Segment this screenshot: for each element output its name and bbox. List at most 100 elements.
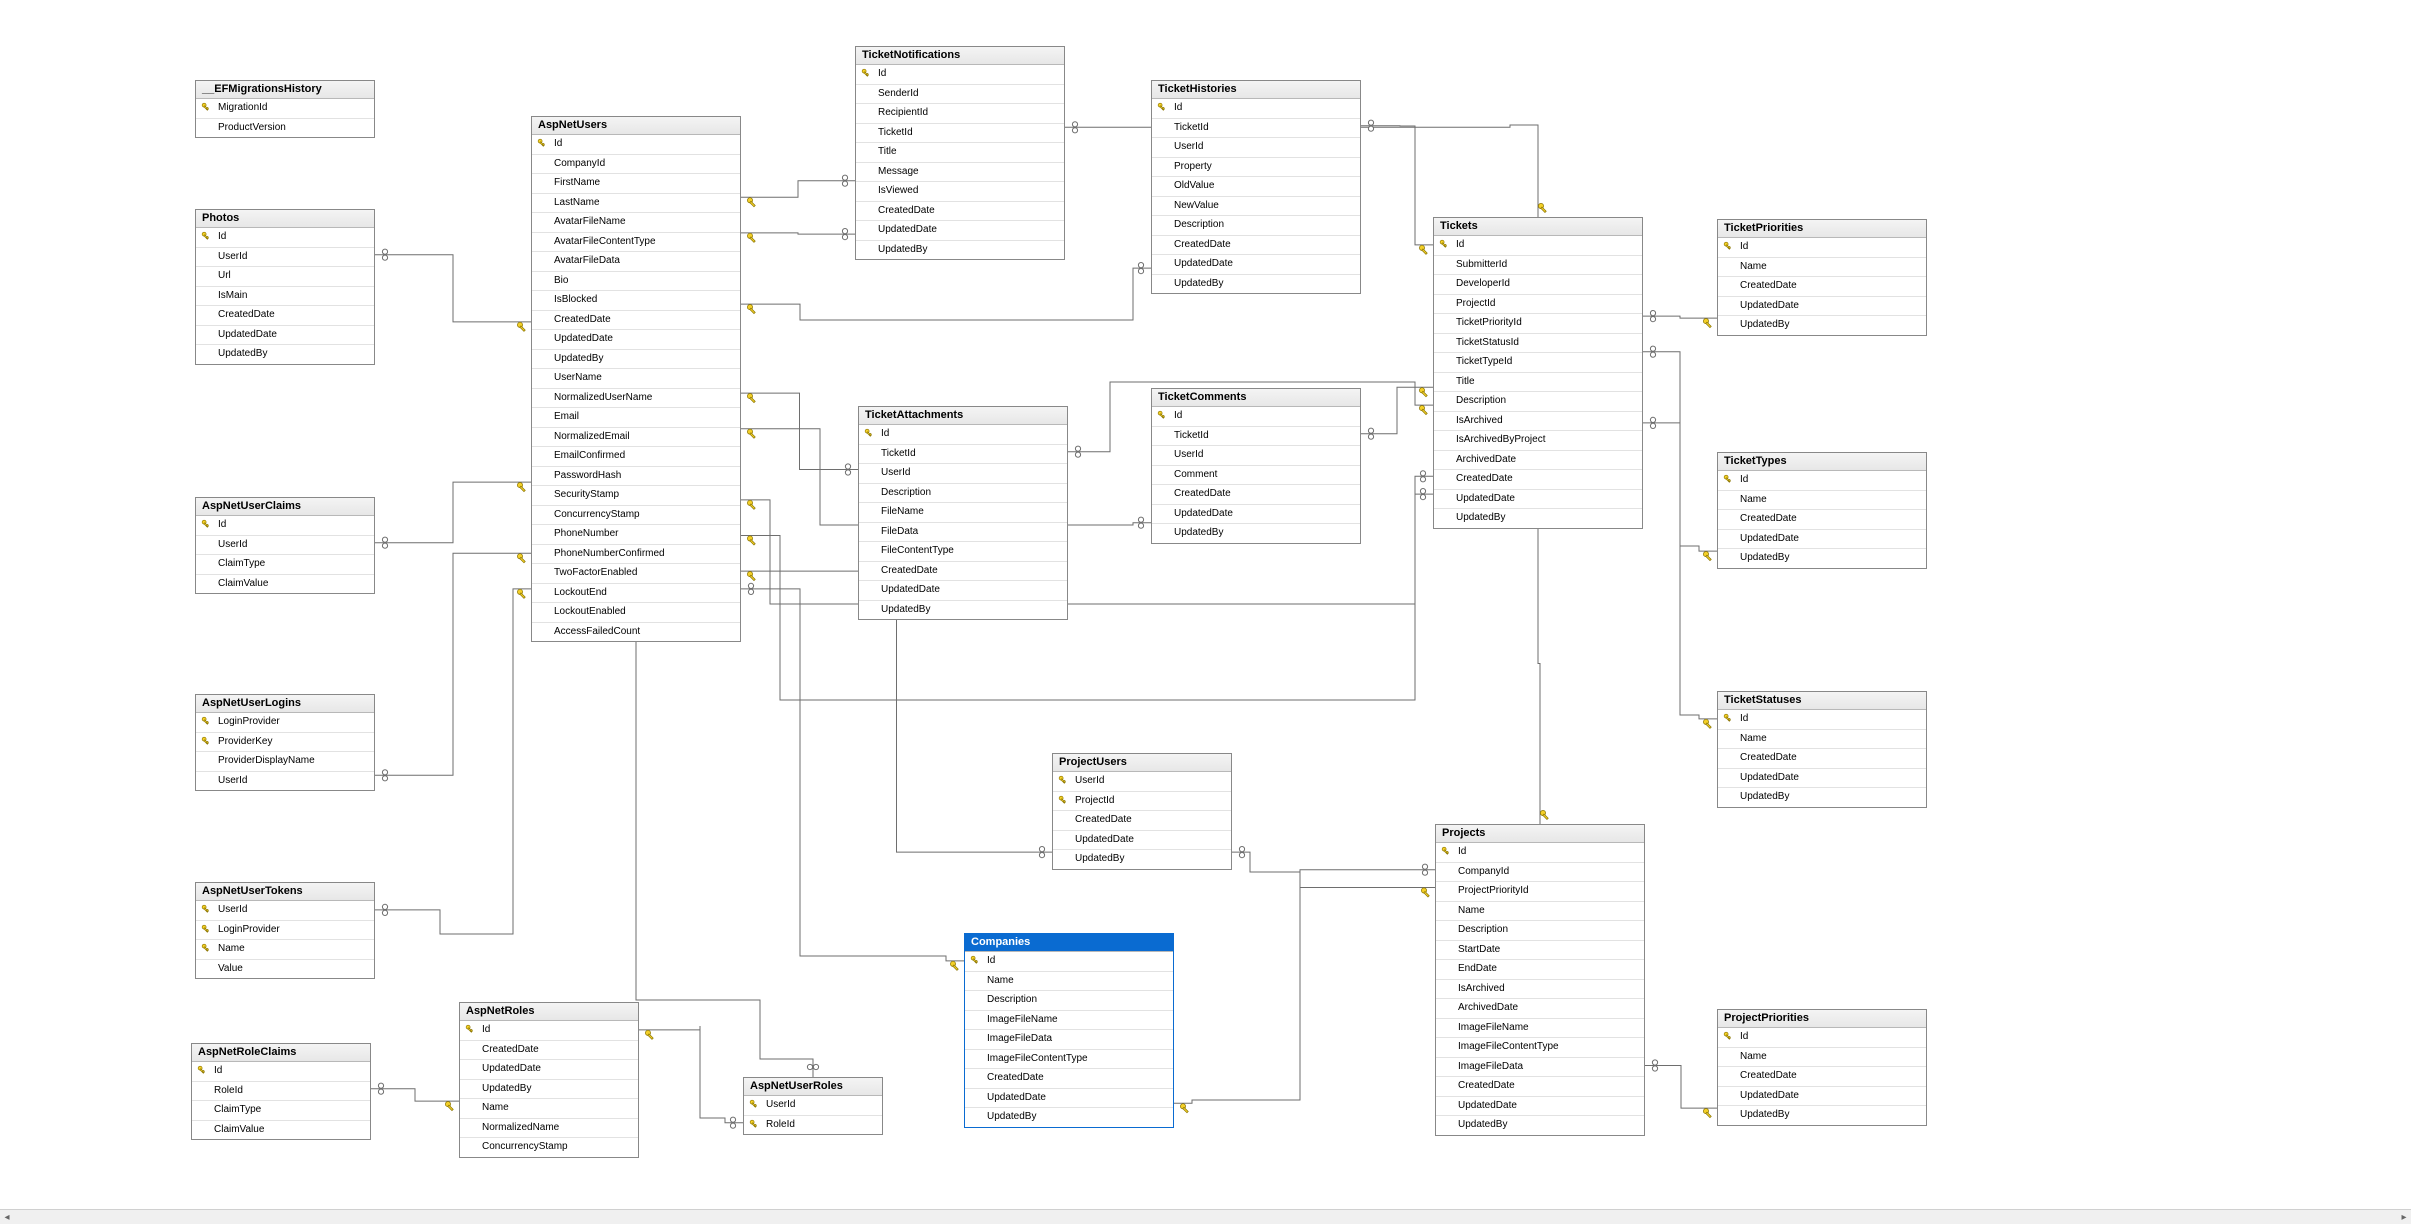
table-column[interactable]: ClaimType	[196, 555, 374, 575]
table-column[interactable]: UpdatedDate	[532, 330, 740, 350]
table-column[interactable]: ClaimValue	[196, 575, 374, 594]
table-column[interactable]: UpdatedBy	[856, 241, 1064, 260]
table-column[interactable]: UserId	[196, 772, 374, 791]
table-column[interactable]: ArchivedDate	[1434, 451, 1642, 471]
table-column[interactable]: UserId	[859, 464, 1067, 484]
table-column[interactable]: NewValue	[1152, 197, 1360, 217]
table-header[interactable]: AspNetRoleClaims	[192, 1044, 370, 1062]
table-column[interactable]: Id	[460, 1021, 638, 1041]
table-column[interactable]: UpdatedDate	[1718, 530, 1926, 550]
table-column[interactable]: CreatedDate	[1718, 749, 1926, 769]
table-column[interactable]: LastName	[532, 194, 740, 214]
table-header[interactable]: TicketHistories	[1152, 81, 1360, 99]
table-Photos[interactable]: PhotosIdUserIdUrlIsMainCreatedDateUpdate…	[195, 209, 375, 365]
table-column[interactable]: Message	[856, 163, 1064, 183]
table-column[interactable]: NormalizedUserName	[532, 389, 740, 409]
table-column[interactable]: Id	[859, 425, 1067, 445]
table-header[interactable]: Projects	[1436, 825, 1644, 843]
table-column[interactable]: NormalizedEmail	[532, 428, 740, 448]
table-TicketPriorities[interactable]: TicketPrioritiesIdNameCreatedDateUpdated…	[1717, 219, 1927, 336]
table-column[interactable]: RecipientId	[856, 104, 1064, 124]
table-ProjectPriorities[interactable]: ProjectPrioritiesIdNameCreatedDateUpdate…	[1717, 1009, 1927, 1126]
table-column[interactable]: IsViewed	[856, 182, 1064, 202]
table-column[interactable]: UpdatedBy	[1434, 509, 1642, 528]
table-column[interactable]: Description	[965, 991, 1173, 1011]
table-TicketHistories[interactable]: TicketHistoriesIdTicketIdUserIdPropertyO…	[1151, 80, 1361, 294]
table-column[interactable]: FileContentType	[859, 542, 1067, 562]
table-column[interactable]: PasswordHash	[532, 467, 740, 487]
table-Projects[interactable]: ProjectsIdCompanyIdProjectPriorityIdName…	[1435, 824, 1645, 1136]
table-column[interactable]: TicketPriorityId	[1434, 314, 1642, 334]
table-column[interactable]: LoginProvider	[196, 713, 374, 733]
table-header[interactable]: TicketNotifications	[856, 47, 1064, 65]
table-column[interactable]: Id	[196, 228, 374, 248]
table-column[interactable]: Id	[1718, 710, 1926, 730]
table-column[interactable]: UserId	[196, 901, 374, 921]
table-column[interactable]: Name	[1718, 1048, 1926, 1068]
table-header[interactable]: ProjectUsers	[1053, 754, 1231, 772]
table-column[interactable]: FileData	[859, 523, 1067, 543]
table-header[interactable]: TicketStatuses	[1718, 692, 1926, 710]
table-AspNetUserClaims[interactable]: AspNetUserClaimsIdUserIdClaimTypeClaimVa…	[195, 497, 375, 594]
table-TicketNotifications[interactable]: TicketNotificationsIdSenderIdRecipientId…	[855, 46, 1065, 260]
table-column[interactable]: CreatedDate	[859, 562, 1067, 582]
table-column[interactable]: UserId	[1152, 446, 1360, 466]
table-column[interactable]: ImageFileName	[1436, 1019, 1644, 1039]
table-header[interactable]: TicketPriorities	[1718, 220, 1926, 238]
table-column[interactable]: TicketStatusId	[1434, 334, 1642, 354]
table-TicketTypes[interactable]: TicketTypesIdNameCreatedDateUpdatedDateU…	[1717, 452, 1927, 569]
table-column[interactable]: Name	[1436, 902, 1644, 922]
table-column[interactable]: FirstName	[532, 174, 740, 194]
table-column[interactable]: FileName	[859, 503, 1067, 523]
table-column[interactable]: UpdatedDate	[856, 221, 1064, 241]
table-column[interactable]: ClaimType	[192, 1101, 370, 1121]
table-column[interactable]: MigrationId	[196, 99, 374, 119]
table-column[interactable]: CompanyId	[1436, 863, 1644, 883]
table-AspNetRoleClaims[interactable]: AspNetRoleClaimsIdRoleIdClaimTypeClaimVa…	[191, 1043, 371, 1140]
table-column[interactable]: ProjectPriorityId	[1436, 882, 1644, 902]
table-column[interactable]: Comment	[1152, 466, 1360, 486]
table-column[interactable]: ImageFileContentType	[965, 1050, 1173, 1070]
scroll-right-icon[interactable]: ▸	[2397, 1210, 2411, 1224]
table-column[interactable]: ProviderDisplayName	[196, 752, 374, 772]
table-column[interactable]: Id	[532, 135, 740, 155]
diagram-canvas[interactable]: ◂ ▸ __EFMigrationsHistoryMigrationIdProd…	[0, 0, 2411, 1224]
table-AspNetUsers[interactable]: AspNetUsersIdCompanyIdFirstNameLastNameA…	[531, 116, 741, 642]
table-column[interactable]: UpdatedBy	[1152, 524, 1360, 543]
table-column[interactable]: Id	[1152, 99, 1360, 119]
table-column[interactable]: TicketId	[1152, 427, 1360, 447]
table-column[interactable]: TicketTypeId	[1434, 353, 1642, 373]
table-column[interactable]: CreatedDate	[1718, 510, 1926, 530]
table-column[interactable]: UpdatedDate	[1718, 297, 1926, 317]
table-column[interactable]: CreatedDate	[1434, 470, 1642, 490]
table-column[interactable]: ConcurrencyStamp	[532, 506, 740, 526]
table-column[interactable]: UserId	[1152, 138, 1360, 158]
table-column[interactable]: ConcurrencyStamp	[460, 1138, 638, 1157]
table-column[interactable]: CreatedDate	[1718, 277, 1926, 297]
table-AspNetUserTokens[interactable]: AspNetUserTokensUserIdLoginProviderNameV…	[195, 882, 375, 979]
table-column[interactable]: UpdatedBy	[1718, 1106, 1926, 1125]
table-header[interactable]: Photos	[196, 210, 374, 228]
table-column[interactable]: UpdatedBy	[196, 345, 374, 364]
table-column[interactable]: UpdatedDate	[1436, 1097, 1644, 1117]
table-column[interactable]: NormalizedName	[460, 1119, 638, 1139]
table-column[interactable]: IsArchived	[1434, 412, 1642, 432]
table-column[interactable]: UpdatedBy	[1053, 850, 1231, 869]
table-column[interactable]: CreatedDate	[460, 1041, 638, 1061]
table-column[interactable]: UpdatedBy	[532, 350, 740, 370]
table-column[interactable]: UpdatedDate	[1152, 505, 1360, 525]
table-column[interactable]: CreatedDate	[1152, 236, 1360, 256]
table-header[interactable]: TicketAttachments	[859, 407, 1067, 425]
table-column[interactable]: UpdatedDate	[1718, 769, 1926, 789]
table-column[interactable]: UpdatedBy	[460, 1080, 638, 1100]
table-header[interactable]: AspNetUserTokens	[196, 883, 374, 901]
table-column[interactable]: UpdatedDate	[859, 581, 1067, 601]
table-column[interactable]: SenderId	[856, 85, 1064, 105]
table-column[interactable]: ProductVersion	[196, 119, 374, 138]
table-column[interactable]: Description	[1434, 392, 1642, 412]
table-TicketStatuses[interactable]: TicketStatusesIdNameCreatedDateUpdatedDa…	[1717, 691, 1927, 808]
table-column[interactable]: Id	[965, 952, 1173, 972]
table-column[interactable]: ProjectId	[1053, 792, 1231, 812]
table-column[interactable]: Id	[196, 516, 374, 536]
table-column[interactable]: Name	[965, 972, 1173, 992]
